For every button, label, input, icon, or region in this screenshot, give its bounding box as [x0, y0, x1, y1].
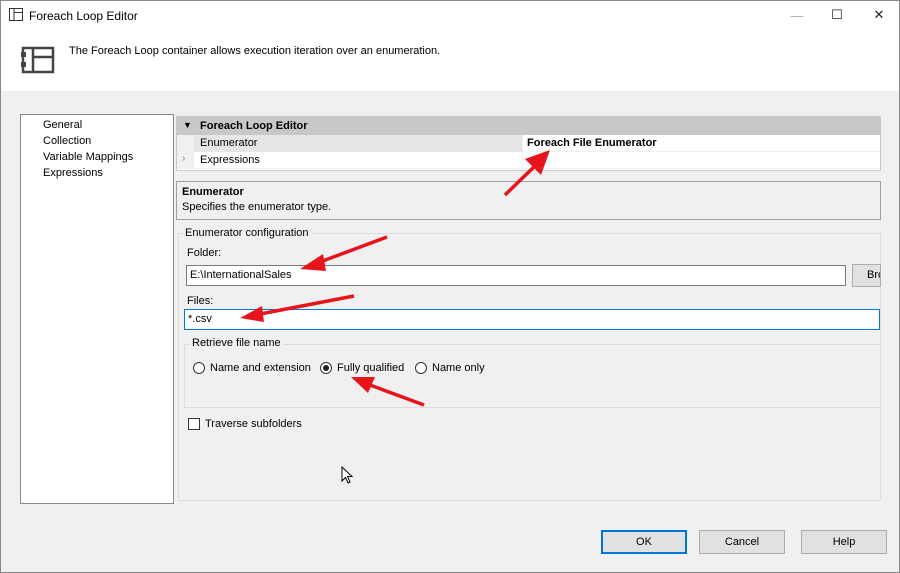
nav-item-variable-mappings[interactable]: Variable Mappings	[21, 149, 173, 165]
checkbox-icon	[188, 418, 200, 430]
radio-name-and-extension[interactable]: Name and extension	[193, 362, 311, 374]
page-nav-list: General Collection Variable Mappings Exp…	[20, 114, 174, 504]
retrieve-file-name-group	[184, 344, 881, 408]
close-button[interactable]: ✕	[859, 1, 899, 29]
radio-circle-icon	[415, 362, 427, 374]
radio-fully-qualified[interactable]: Fully qualified	[320, 362, 404, 374]
browse-button[interactable]: Browse...	[852, 264, 881, 287]
folder-input[interactable]: E:\InternationalSales	[186, 265, 846, 286]
mouse-pointer-icon	[341, 466, 354, 484]
radio-name-only[interactable]: Name only	[415, 362, 485, 374]
property-category[interactable]: ▼ Foreach Loop Editor	[177, 117, 880, 135]
ok-button[interactable]: OK	[601, 530, 687, 554]
nav-item-collection[interactable]: Collection	[21, 133, 173, 149]
property-name: Expressions	[200, 154, 260, 166]
minimize-button[interactable]: —	[777, 1, 817, 29]
nav-item-general[interactable]: General	[21, 117, 173, 133]
radio-circle-icon	[193, 362, 205, 374]
enumerator-configuration-label: Enumerator configuration	[183, 227, 311, 239]
maximize-button[interactable]: ☐	[817, 1, 857, 29]
cancel-button[interactable]: Cancel	[699, 530, 785, 554]
files-label: Files:	[187, 295, 214, 307]
traverse-subfolders-checkbox[interactable]: Traverse subfolders	[188, 418, 302, 430]
radio-selected-icon	[320, 362, 332, 374]
property-row-enumerator[interactable]: Enumerator Foreach File Enumerator	[177, 135, 880, 152]
retrieve-file-name-label: Retrieve file name	[190, 337, 283, 349]
property-description-panel: Enumerator Specifies the enumerator type…	[176, 181, 881, 220]
foreach-loop-icon	[9, 8, 23, 21]
property-name: Enumerator	[194, 135, 522, 152]
help-button[interactable]: Help	[801, 530, 887, 554]
title-bar: Foreach Loop Editor — ☐ ✕	[1, 1, 899, 29]
folder-label: Folder:	[187, 247, 222, 259]
description-title: Enumerator	[182, 186, 244, 198]
description-text: Specifies the enumerator type.	[182, 201, 332, 213]
collapse-chevron-icon[interactable]: ▼	[183, 120, 192, 130]
foreach-loop-editor-window: Foreach Loop Editor — ☐ ✕ The Foreach Lo…	[0, 0, 900, 573]
foreach-loop-container-icon	[21, 46, 55, 74]
property-grid: ▼ Foreach Loop Editor Enumerator Foreach…	[176, 116, 881, 171]
files-input[interactable]: *.csv	[184, 309, 880, 330]
editor-header: The Foreach Loop container allows execut…	[1, 29, 899, 91]
property-value[interactable]	[522, 152, 880, 169]
window-title: Foreach Loop Editor	[29, 9, 138, 23]
nav-item-expressions[interactable]: Expressions	[21, 165, 173, 181]
enumerator-value[interactable]: Foreach File Enumerator	[522, 135, 880, 152]
expand-chevron-icon[interactable]: ›	[182, 153, 185, 164]
property-row-expressions[interactable]: › Expressions	[177, 152, 880, 169]
header-description: The Foreach Loop container allows execut…	[69, 45, 441, 57]
property-category-label: Foreach Loop Editor	[200, 120, 308, 132]
